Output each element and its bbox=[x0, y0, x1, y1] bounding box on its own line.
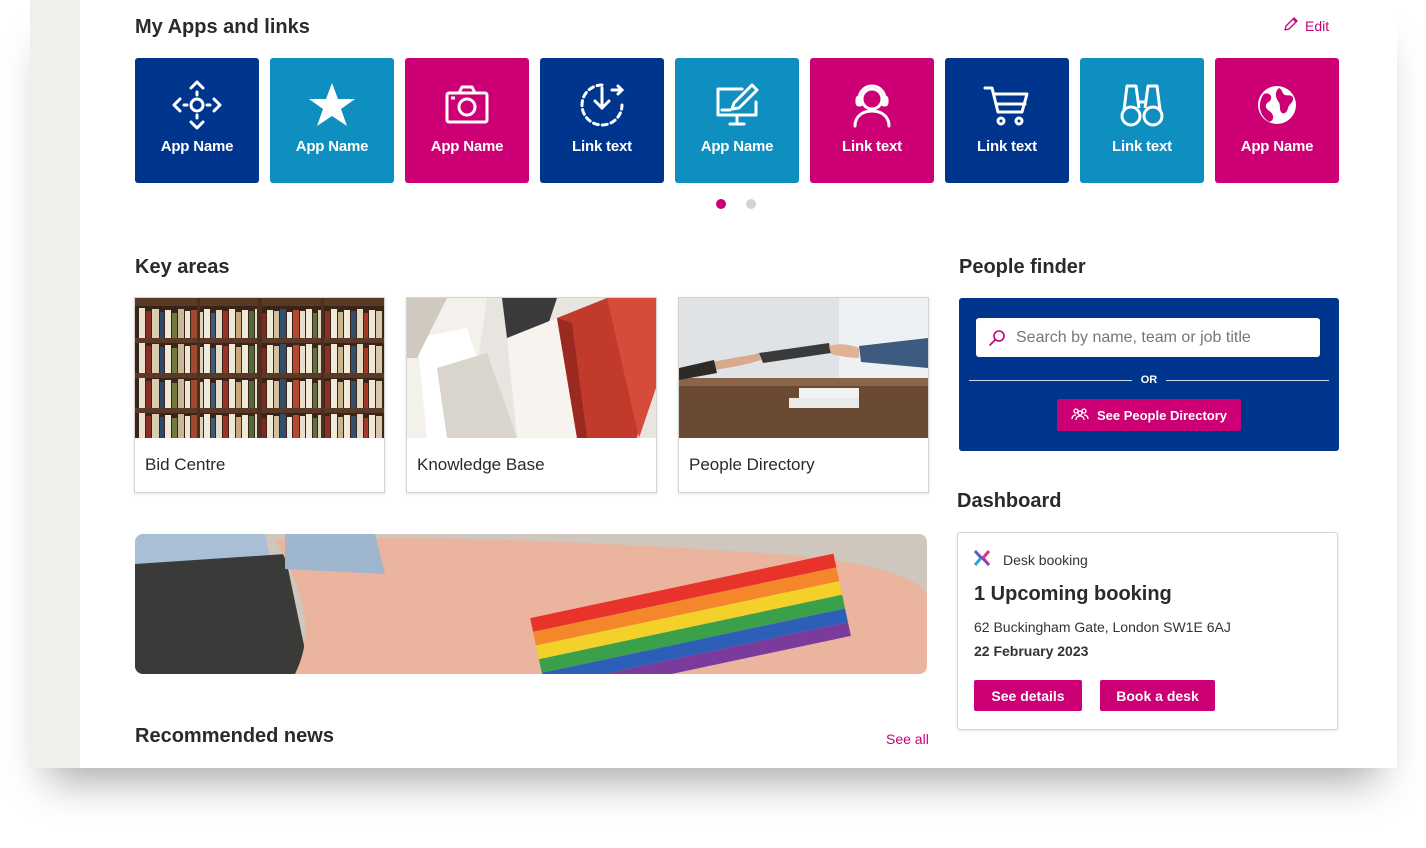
app-tile[interactable]: Link text bbox=[540, 58, 664, 183]
edit-link[interactable]: Edit bbox=[1283, 16, 1329, 35]
recommended-news-heading: Recommended news bbox=[135, 725, 334, 747]
app-tile[interactable]: Link text bbox=[810, 58, 934, 183]
card-label: People Directory bbox=[689, 455, 815, 474]
people-finder-heading: People finder bbox=[959, 256, 1086, 278]
people-search-box[interactable] bbox=[976, 318, 1320, 357]
key-area-card-knowledge-base[interactable]: Knowledge Base bbox=[406, 297, 657, 493]
key-area-cards: Bid Centre Knowledge Base People Directo… bbox=[134, 297, 929, 493]
app-tile[interactable]: Link text bbox=[945, 58, 1069, 183]
pencil-icon bbox=[1283, 16, 1299, 35]
apps-heading: My Apps and links bbox=[135, 16, 310, 38]
carousel-pagination bbox=[716, 199, 756, 209]
shopping-cart-icon bbox=[982, 80, 1032, 130]
desk-booking-widget: Desk booking 1 Upcoming booking 62 Bucki… bbox=[957, 532, 1338, 730]
tile-label: App Name bbox=[1240, 138, 1314, 155]
globe-icon bbox=[1252, 80, 1302, 130]
open-books-image bbox=[407, 298, 656, 438]
edit-label: Edit bbox=[1305, 17, 1330, 34]
app-tile[interactable]: App Name bbox=[405, 58, 529, 183]
app-tile[interactable]: App Name bbox=[270, 58, 394, 183]
see-all-news-link[interactable]: See all bbox=[886, 731, 929, 747]
tile-label: Link text bbox=[842, 138, 902, 155]
key-area-card-bid-centre[interactable]: Bid Centre bbox=[134, 297, 385, 493]
download-progress-icon bbox=[577, 80, 627, 130]
star-icon bbox=[307, 80, 357, 130]
tile-label: App Name bbox=[430, 138, 504, 155]
monitor-edit-icon bbox=[712, 80, 762, 130]
tile-label: Link text bbox=[1112, 138, 1172, 155]
people-finder-panel: OR See People Directory bbox=[959, 298, 1339, 451]
app-tile[interactable]: Link text bbox=[1080, 58, 1204, 183]
pride-banner-image[interactable] bbox=[135, 534, 927, 674]
search-icon bbox=[986, 327, 1008, 349]
tile-label: App Name bbox=[295, 138, 369, 155]
desk-booking-logo-icon bbox=[973, 549, 991, 570]
app-tile[interactable]: App Name bbox=[135, 58, 259, 183]
card-label: Bid Centre bbox=[145, 455, 226, 474]
see-people-directory-button[interactable]: See People Directory bbox=[1057, 399, 1241, 431]
left-rail bbox=[30, 0, 80, 768]
people-search-input[interactable] bbox=[1014, 327, 1308, 348]
or-divider: OR bbox=[969, 374, 1329, 386]
page-dot-1[interactable] bbox=[716, 199, 726, 209]
dashboard-heading: Dashboard bbox=[957, 490, 1062, 512]
see-details-button[interactable]: See details bbox=[974, 680, 1082, 711]
book-a-desk-button[interactable]: Book a desk bbox=[1100, 680, 1215, 711]
card-label: Knowledge Base bbox=[417, 455, 545, 474]
tile-label: App Name bbox=[700, 138, 774, 155]
camera-icon bbox=[442, 80, 492, 130]
key-area-card-people-directory[interactable]: People Directory bbox=[678, 297, 929, 493]
page-frame: My Apps and links Edit App Name App Name bbox=[30, 0, 1397, 768]
app-tiles: App Name App Name App Name Link text App… bbox=[135, 58, 1339, 183]
key-areas-heading: Key areas bbox=[135, 256, 230, 278]
tile-label: Link text bbox=[977, 138, 1037, 155]
headset-user-icon bbox=[847, 80, 897, 130]
handshake-documents-image bbox=[679, 298, 928, 438]
people-group-icon bbox=[1071, 407, 1089, 424]
or-label: OR bbox=[1140, 374, 1158, 386]
app-tile[interactable]: App Name bbox=[675, 58, 799, 183]
app-tile[interactable]: App Name bbox=[1215, 58, 1339, 183]
tile-label: App Name bbox=[160, 138, 234, 155]
booking-date: 22 February 2023 bbox=[974, 643, 1089, 659]
settings-move-icon bbox=[172, 80, 222, 130]
binoculars-icon bbox=[1117, 80, 1167, 130]
see-people-directory-label: See People Directory bbox=[1096, 407, 1228, 423]
bookshelf-image bbox=[135, 298, 384, 438]
page-dot-2[interactable] bbox=[746, 199, 756, 209]
upcoming-booking-count: 1 Upcoming booking bbox=[974, 583, 1172, 605]
widget-title: Desk booking bbox=[1003, 551, 1088, 568]
booking-address: 62 Buckingham Gate, London SW1E 6AJ bbox=[974, 619, 1231, 635]
tile-label: Link text bbox=[572, 138, 632, 155]
